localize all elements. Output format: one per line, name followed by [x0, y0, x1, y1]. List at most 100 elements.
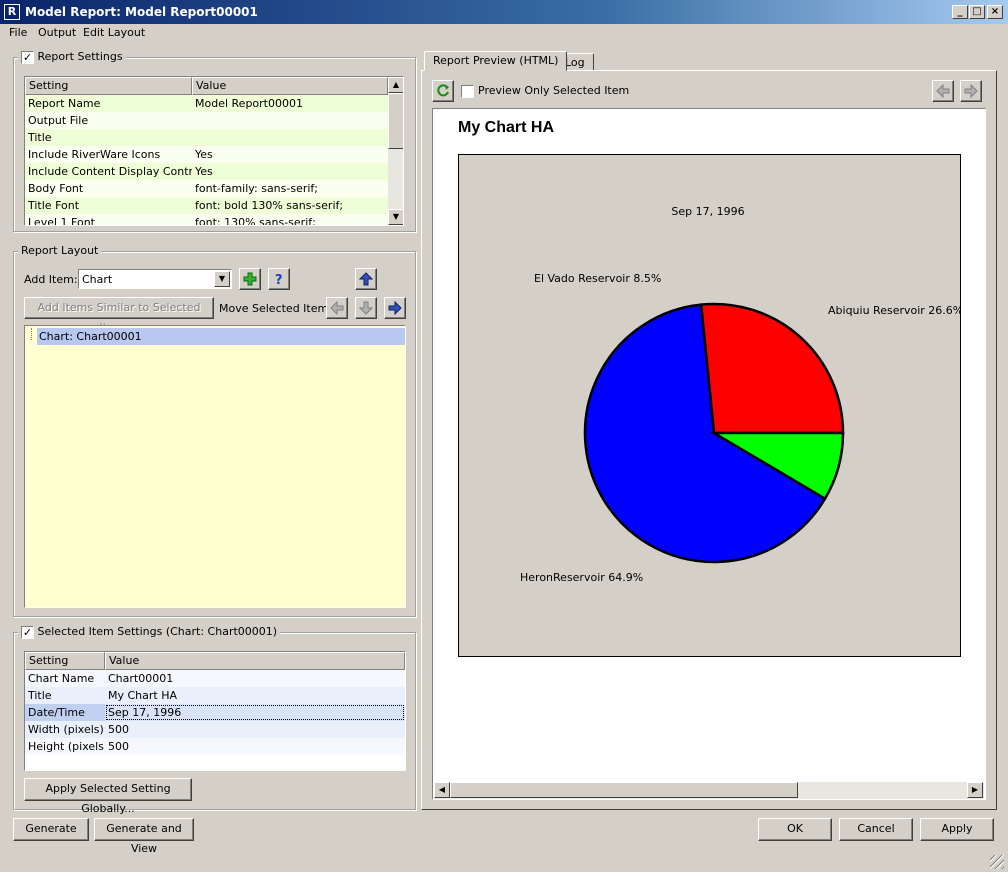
setting-cell: Title [28, 131, 52, 144]
menu-edit-layout[interactable]: Edit Layout [83, 26, 145, 39]
scroll-thumb[interactable] [388, 93, 403, 149]
arrow-right-icon [964, 84, 978, 98]
move-right-button[interactable] [384, 297, 406, 319]
value-cell[interactable]: 500 [105, 738, 405, 755]
table-row[interactable]: Title Font font: bold 130% sans-serif; [25, 197, 388, 214]
setting-cell: Report Name [28, 97, 101, 110]
add-item-select[interactable]: Chart ▼ [78, 269, 232, 289]
scroll-right-icon[interactable]: ▶ [967, 782, 983, 798]
help-button[interactable]: ? [268, 268, 290, 290]
arrow-left-icon [330, 301, 344, 315]
selected-item-settings-table: Setting Value Chart Name Chart00001 Title M… [24, 651, 406, 771]
setting-cell: Title Font [28, 199, 80, 212]
table-row[interactable]: Date/Time Sep 17, 1996 [25, 704, 405, 721]
table-row[interactable]: Level 1 Font font: 130% sans-serif; [25, 214, 388, 225]
column-header-value[interactable]: Value [105, 652, 405, 670]
preview-heading: My Chart HA [458, 119, 555, 136]
add-item-button[interactable] [239, 268, 261, 290]
table-row[interactable]: Title [25, 129, 388, 146]
value-cell[interactable]: My Chart HA [105, 687, 405, 704]
column-header-setting[interactable]: Setting [25, 652, 105, 670]
table-row[interactable]: Chart Name Chart00001 [25, 670, 405, 687]
riverware-icon: R [4, 4, 20, 20]
report-settings-checkbox[interactable]: ✓ [21, 50, 34, 64]
apply-button[interactable]: Apply [920, 818, 994, 841]
table-row[interactable]: Output File [25, 112, 388, 129]
table-row[interactable]: Height (pixels) 500 [25, 738, 405, 755]
scroll-up-icon[interactable]: ▲ [388, 77, 403, 93]
slice-label: Abiquiu Reservoir 26.6% [828, 304, 961, 317]
preview-only-label: Preview Only Selected Item [478, 84, 630, 97]
resize-grip-icon[interactable] [990, 855, 1004, 869]
add-item-label: Add Item: [24, 273, 78, 286]
layout-tree: Chart: Chart00001 [24, 325, 406, 608]
value-cell[interactable]: 500 [105, 721, 405, 738]
table-row[interactable]: Report Name Model Report00001 [25, 95, 388, 112]
preview-forward-button[interactable] [960, 80, 982, 102]
scroll-left-icon[interactable]: ◀ [434, 782, 450, 798]
chevron-down-icon[interactable]: ▼ [214, 271, 230, 287]
selected-item-settings-checkbox[interactable]: ✓ [21, 625, 34, 639]
slice-label: HeronReservoir 64.9% [520, 571, 643, 584]
add-item-value: Chart [82, 273, 113, 286]
preview-back-button[interactable] [932, 80, 954, 102]
generate-and-view-button[interactable]: Generate and View [94, 818, 194, 855]
minimize-icon[interactable]: _ [952, 5, 968, 19]
apply-selected-setting-globally-button[interactable]: Apply Selected Setting Globally... [24, 778, 192, 815]
move-down-button[interactable] [355, 297, 377, 319]
report-settings-table: Setting Value Report Name Model Report000… [24, 76, 404, 226]
value-cell[interactable]: Chart00001 [105, 670, 405, 687]
title-bar[interactable]: R Model Report: Model Report00001 _ □ × [0, 0, 1008, 24]
scroll-thumb[interactable] [450, 782, 798, 798]
html-preview: My Chart HA Abiquiu Reservoir 26.6% Heron… [432, 108, 986, 800]
table-row[interactable]: Width (pixels) 500 [25, 721, 405, 738]
setting-cell: Chart Name [28, 672, 95, 685]
value-cell[interactable]: Yes [192, 146, 388, 163]
close-icon[interactable]: × [987, 5, 1003, 19]
setting-cell: Width (pixels) [28, 723, 104, 736]
tab-report-preview[interactable]: Report Preview (HTML) [424, 51, 568, 71]
setting-cell: Date/Time [28, 706, 85, 719]
table-row[interactable]: Title My Chart HA [25, 687, 405, 704]
setting-cell: Height (pixels) [28, 740, 105, 753]
column-header-setting[interactable]: Setting [25, 77, 192, 95]
preview-horizontal-scrollbar[interactable]: ◀ ▶ [434, 782, 984, 799]
move-left-button[interactable] [326, 297, 348, 319]
pie-chart: Abiquiu Reservoir 26.6% HeronReservoir 64… [458, 154, 961, 657]
table-row[interactable]: Include RiverWare Icons Yes [25, 146, 388, 163]
ok-button[interactable]: OK [758, 818, 832, 841]
cancel-button[interactable]: Cancel [839, 818, 913, 841]
generate-button[interactable]: Generate [13, 818, 89, 841]
menu-bar: File Output Edit Layout [0, 24, 1008, 42]
preview-only-checkbox[interactable] [461, 84, 474, 98]
scroll-down-icon[interactable]: ▼ [388, 209, 403, 225]
svg-text:?: ? [275, 273, 283, 286]
window-title: Model Report: Model Report00001 [25, 5, 258, 19]
refresh-button[interactable] [432, 80, 454, 102]
column-header-value[interactable]: Value [192, 77, 388, 95]
menu-output[interactable]: Output [38, 26, 76, 39]
help-icon: ? [275, 273, 283, 286]
report-settings-label: Report Settings [37, 50, 123, 63]
value-cell[interactable]: font: 130% sans-serif; [192, 214, 388, 225]
value-cell[interactable]: Yes [192, 163, 388, 180]
tree-item-label: Chart: Chart00001 [39, 330, 142, 343]
value-cell[interactable]: font-family: sans-serif; [192, 180, 388, 197]
table-row[interactable]: Body Font font-family: sans-serif; [25, 180, 388, 197]
menu-file[interactable]: File [9, 26, 27, 39]
arrow-left-icon [936, 84, 950, 98]
value-cell[interactable]: font: bold 130% sans-serif; [192, 197, 388, 214]
maximize-icon[interactable]: □ [969, 5, 985, 19]
move-up-button[interactable] [355, 268, 377, 290]
report-layout-label: Report Layout [18, 244, 102, 257]
add-items-similar-button[interactable]: Add Items Similar to Selected Item ... [24, 297, 214, 334]
value-cell[interactable]: Model Report00001 [192, 95, 388, 112]
tree-item-chart[interactable]: Chart: Chart00001 [37, 328, 405, 345]
plus-icon [243, 272, 257, 286]
report-settings-scrollbar[interactable]: ▲ ▼ [388, 77, 403, 225]
table-row[interactable]: Include Content Display Controls Yes [25, 163, 388, 180]
setting-cell: Include Content Display Controls [28, 165, 192, 178]
move-selected-label: Move Selected Item: [219, 302, 332, 315]
arrow-up-icon [359, 272, 373, 286]
value-cell[interactable]: Sep 17, 1996 [105, 704, 405, 721]
